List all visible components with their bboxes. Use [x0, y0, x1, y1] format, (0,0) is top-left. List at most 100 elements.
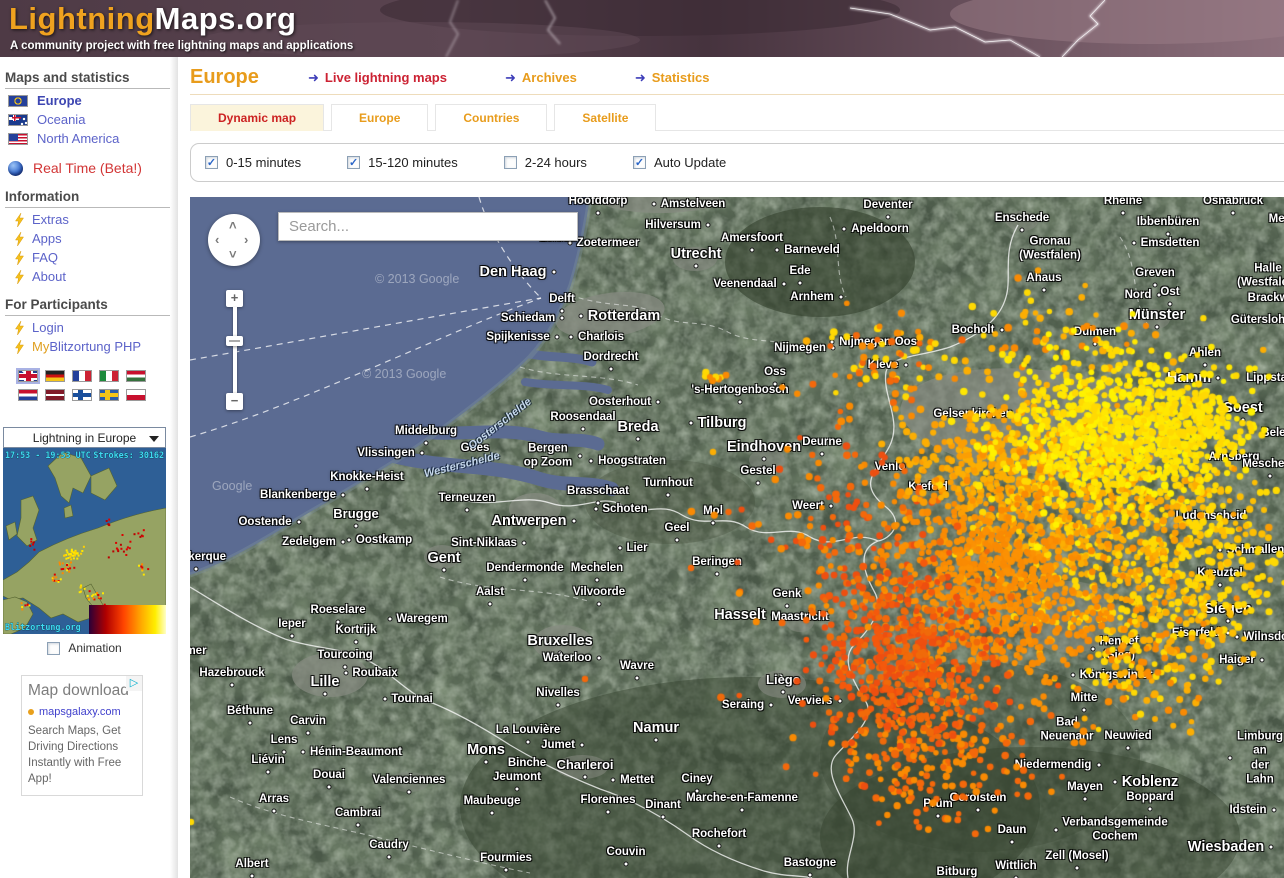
zoom-out-button[interactable]: − — [226, 393, 243, 410]
region-link[interactable]: Oceania — [37, 112, 85, 127]
sidebar-item-faq[interactable]: FAQ — [8, 250, 178, 265]
city-marker — [247, 720, 253, 726]
region-link[interactable]: Europe — [37, 93, 82, 108]
city-marker — [1090, 646, 1095, 652]
city-marker — [1217, 582, 1223, 588]
map-label: Nivelles — [536, 686, 580, 699]
language-flag-pl[interactable] — [126, 389, 146, 401]
filter-2-24-hours[interactable]: 2-24 hours — [503, 155, 587, 170]
map-tabs: Dynamic map Europe Countries Satellite — [190, 104, 1284, 131]
language-flag-hu[interactable] — [126, 370, 146, 382]
city-marker — [784, 603, 790, 609]
map-label: Rheine — [1103, 197, 1143, 207]
map-label: Ibbenbüren — [1136, 215, 1200, 228]
filter-auto-update[interactable]: ✓ Auto Update — [632, 155, 727, 170]
map-label: Amstelveen — [660, 197, 726, 210]
map-label: Dunkerque — [190, 550, 227, 563]
sidebar-link[interactable]: MyBlitzortung PHP — [32, 339, 141, 354]
ad-box[interactable]: ▷ Map download mapsgalaxy.com Search Map… — [21, 675, 143, 796]
pan-right-icon[interactable]: › — [244, 233, 248, 246]
sidebar-link[interactable]: About — [32, 269, 66, 284]
nav-link[interactable]: Live lightning maps — [325, 70, 447, 85]
region-link[interactable]: North America — [37, 131, 119, 146]
city-marker — [249, 873, 255, 878]
sidebar-item-apps[interactable]: Apps — [8, 231, 178, 246]
filter-label: Auto Update — [653, 155, 727, 170]
zoom-in-button[interactable]: + — [226, 290, 243, 307]
sidebar-link[interactable]: Login — [32, 320, 64, 335]
sidebar-item-login[interactable]: Login — [8, 320, 178, 335]
map-label: Brasschaat — [566, 484, 630, 497]
logo-part-2: Maps.org — [154, 1, 297, 36]
pan-up-icon[interactable]: ˄ — [229, 219, 237, 232]
filter-label: 2-24 hours — [524, 155, 587, 170]
city-marker — [305, 730, 311, 736]
checkbox-checked[interactable]: ✓ — [347, 156, 361, 169]
pan-left-icon[interactable]: ‹ — [215, 233, 219, 246]
map-label: Veenendaal — [713, 277, 777, 290]
language-flag-it[interactable] — [99, 370, 119, 382]
tab-europe[interactable]: Europe — [331, 104, 429, 131]
city-marker — [342, 664, 348, 670]
map-label: Hilversum — [645, 218, 701, 231]
city-marker — [739, 807, 745, 813]
language-flag-se[interactable] — [99, 389, 119, 401]
sidebar-item-realtime[interactable]: Real Time (Beta!) — [8, 160, 178, 176]
tab-satellite[interactable]: Satellite — [554, 104, 657, 131]
sidebar-item-myblitzortung-php[interactable]: MyBlitzortung PHP — [8, 339, 178, 354]
map-label: Eindhoven — [726, 438, 802, 455]
search-input[interactable] — [278, 212, 578, 241]
sidebar-item-oceania[interactable]: Oceania — [8, 112, 178, 127]
region-header: Europe ➜ Live lightning maps ➜ Archives ➜ Sta… — [190, 65, 1284, 95]
animation-checkbox[interactable] — [47, 641, 61, 655]
zoom-slider-handle[interactable] — [226, 336, 243, 346]
language-flag-de[interactable] — [45, 370, 65, 382]
sidebar-item-europe[interactable]: Europe — [8, 93, 178, 108]
map-label: Terneuzen — [438, 491, 496, 504]
language-flag-fr[interactable] — [72, 370, 92, 382]
sidebar-item-about[interactable]: About — [8, 269, 178, 284]
pan-down-icon[interactable]: ˅ — [229, 248, 237, 261]
map-pan-control[interactable]: ˄ ˅ ‹ › — [208, 214, 260, 266]
sidebar-link[interactable]: Apps — [32, 231, 62, 246]
nav-link[interactable]: Statistics — [652, 70, 710, 85]
map-label: Gent — [427, 549, 461, 566]
site-logo[interactable]: LightningMaps.org — [9, 1, 296, 37]
sidebar-link[interactable]: FAQ — [32, 250, 58, 265]
adchoices-icon[interactable]: ▷ — [126, 676, 142, 691]
city-marker — [1259, 657, 1265, 663]
sidebar-item-extras[interactable]: Extras — [8, 212, 178, 227]
tab-countries[interactable]: Countries — [435, 104, 548, 131]
city-marker — [300, 749, 306, 755]
city-marker — [353, 639, 359, 645]
checkbox-checked[interactable]: ✓ — [632, 156, 646, 169]
map-label: Gestel — [740, 464, 776, 477]
realtime-link[interactable]: Real Time (Beta!) — [33, 160, 142, 176]
city-marker — [364, 486, 370, 492]
map-label: Ede — [789, 264, 811, 277]
filter-0-15-minutes[interactable]: ✓ 0-15 minutes — [205, 155, 301, 170]
animation-toggle[interactable]: Animation — [3, 641, 166, 655]
lightning-map[interactable]: Hoofddorp Amstelveen Hilversum Amersfoort Ut… — [190, 197, 1284, 878]
map-label: Roeselare — [310, 603, 366, 616]
nav-item-live-lightning-maps[interactable]: ➜ Live lightning maps — [308, 70, 447, 86]
ad-link[interactable]: mapsgalaxy.com — [28, 706, 136, 718]
language-flag-gb[interactable] — [16, 368, 40, 384]
language-flag-nl[interactable] — [18, 389, 38, 401]
language-flag-lv[interactable] — [45, 389, 65, 401]
filter-15-120-minutes[interactable]: ✓ 15-120 minutes — [347, 155, 458, 170]
tab-dynamic-map[interactable]: Dynamic map — [190, 104, 325, 131]
checkbox-unchecked[interactable] — [503, 156, 517, 169]
zoom-slider-track[interactable] — [232, 307, 237, 393]
minimap-title-dropdown[interactable]: Lightning in Europe — [3, 427, 166, 448]
nav-link[interactable]: Archives — [522, 70, 577, 85]
city-marker — [343, 670, 348, 676]
minimap-image[interactable]: 17:53 - 19:53 UTC Strokes: 30162 Blitzor… — [3, 448, 166, 634]
ad-title[interactable]: Map download — [28, 682, 136, 700]
sidebar-item-north-america[interactable]: North America — [8, 131, 178, 146]
checkbox-checked[interactable]: ✓ — [205, 156, 218, 169]
sidebar-link[interactable]: Extras — [32, 212, 69, 227]
nav-item-archives[interactable]: ➜ Archives — [505, 70, 577, 86]
nav-item-statistics[interactable]: ➜ Statistics — [635, 70, 710, 86]
language-flag-fi[interactable] — [72, 389, 92, 401]
